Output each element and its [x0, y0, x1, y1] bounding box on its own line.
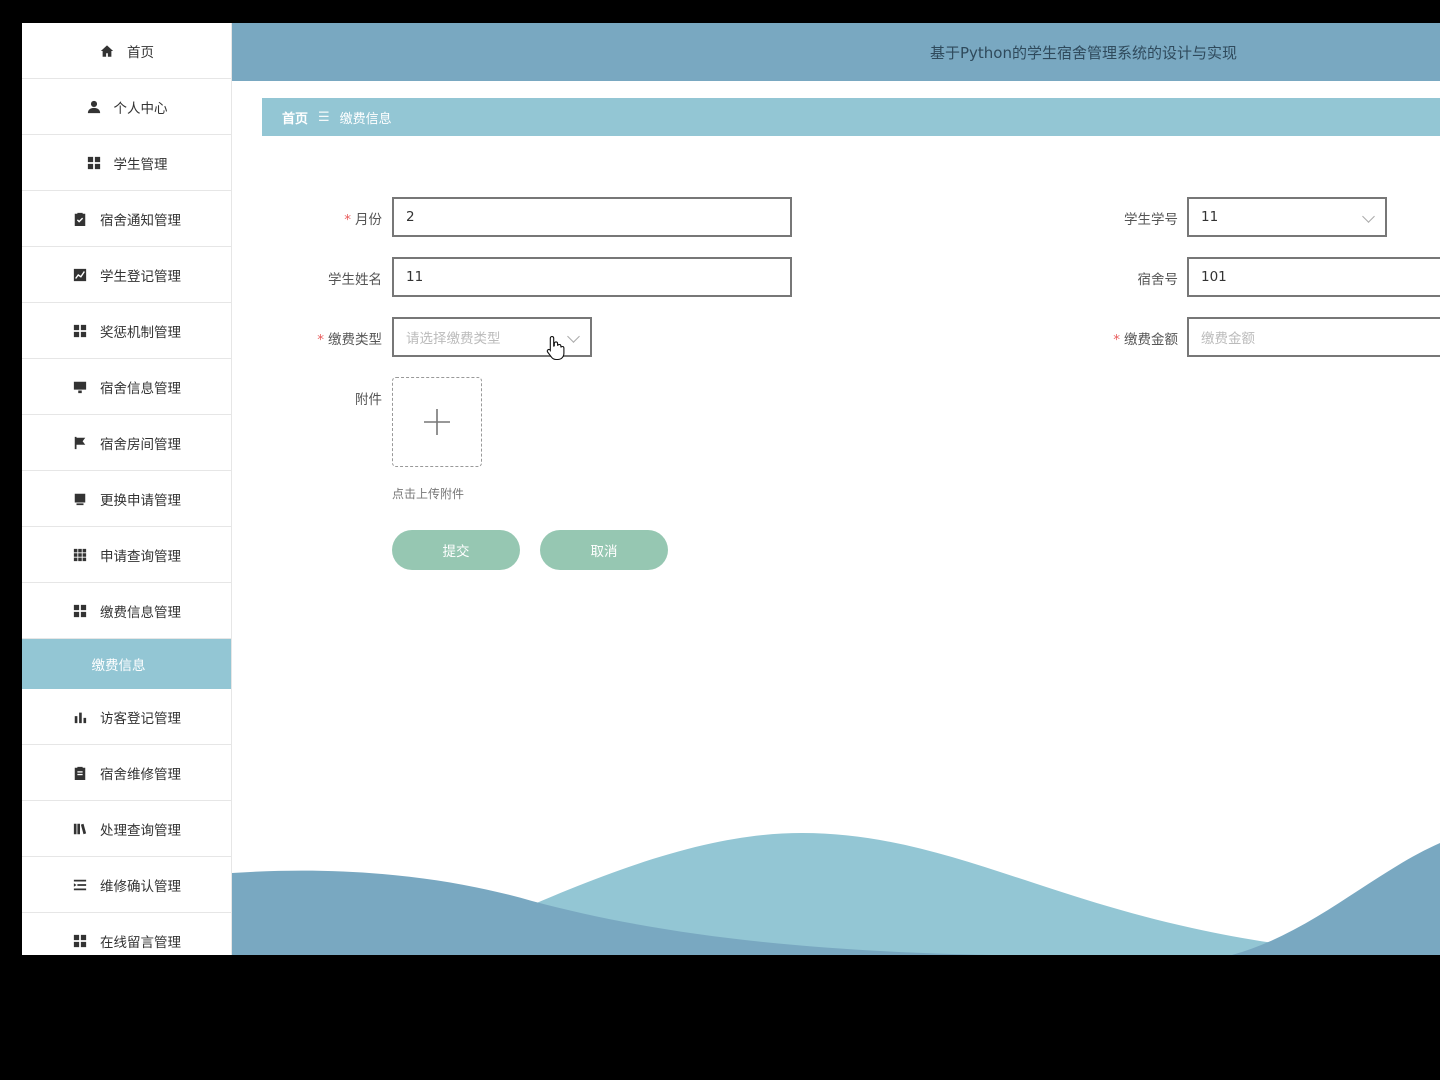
sidebar-item-dorm-room[interactable]: 宿舍房间管理	[22, 415, 231, 471]
cancel-button[interactable]: 取消	[540, 530, 668, 570]
sidebar-item-personal-center[interactable]: 个人中心	[22, 79, 231, 135]
sidebar: 首页 个人中心 学生管理 宿舍通知管理 学生登记管理 奖惩机制管理 宿舍信息管理	[22, 23, 232, 955]
breadcrumb-home[interactable]: 首页	[282, 108, 308, 127]
fee-type-label: * 缴费类型	[317, 332, 382, 348]
system-title: 基于Python的学生宿舍管理系统的设计与实现	[930, 44, 1237, 62]
grid-icon	[72, 323, 88, 339]
user-icon	[86, 99, 102, 115]
sidebar-item-label: 访客登记管理	[100, 710, 181, 727]
line-chart-icon	[72, 267, 88, 283]
student-name-input[interactable]: 11	[392, 257, 792, 297]
sidebar-item-visitor-register[interactable]: 访客登记管理	[22, 689, 231, 745]
clipboard-check-icon	[72, 211, 88, 227]
sidebar-subitem-payment-info[interactable]: 缴费信息	[22, 639, 231, 689]
sidebar-item-label: 申请查询管理	[100, 548, 181, 565]
sidebar-subitem-label: 缴费信息	[91, 658, 146, 674]
fee-amount-label: * 缴费金额	[1113, 332, 1178, 348]
chevron-down-icon	[1362, 210, 1375, 223]
month-label: * 月份	[344, 212, 382, 228]
clipboard-icon	[72, 765, 88, 781]
submit-button[interactable]: 提交	[392, 530, 520, 570]
breadcrumb-separator-icon: ☰	[318, 109, 330, 125]
sidebar-item-process-query[interactable]: 处理查询管理	[22, 801, 231, 857]
sidebar-item-label: 在线留言管理	[100, 934, 181, 951]
home-icon	[99, 43, 115, 59]
sidebar-item-repair-confirm[interactable]: 维修确认管理	[22, 857, 231, 913]
sidebar-item-dorm-info[interactable]: 宿舍信息管理	[22, 359, 231, 415]
sidebar-item-dorm-notice[interactable]: 宿舍通知管理	[22, 191, 231, 247]
sidebar-item-dorm-repair[interactable]: 宿舍维修管理	[22, 745, 231, 801]
chevron-down-icon	[567, 330, 580, 343]
monitor-icon	[72, 379, 88, 395]
attachment-upload-button[interactable]	[392, 377, 482, 467]
sidebar-item-label: 宿舍维修管理	[100, 766, 181, 783]
dorm-no-input[interactable]: 101	[1187, 257, 1440, 297]
fee-amount-input[interactable]: 缴费金额	[1187, 317, 1440, 357]
apps-icon	[72, 547, 88, 563]
sidebar-item-student-register[interactable]: 学生登记管理	[22, 247, 231, 303]
sidebar-item-label: 学生管理	[113, 156, 168, 173]
student-no-label: 学生学号	[1124, 212, 1178, 228]
plus-icon	[424, 409, 450, 435]
breadcrumb-current: 缴费信息	[339, 111, 392, 127]
sidebar-item-request-query[interactable]: 申请查询管理	[22, 527, 231, 583]
hand-cursor-icon	[546, 335, 565, 361]
book-icon	[72, 491, 88, 507]
flag-icon	[72, 435, 88, 451]
sidebar-item-label: 处理查询管理	[100, 822, 181, 839]
sidebar-item-label: 奖惩机制管理	[100, 324, 181, 341]
grid-icon	[72, 603, 88, 619]
app-window: 首页 个人中心 学生管理 宿舍通知管理 学生登记管理 奖惩机制管理 宿舍信息管理	[22, 23, 1440, 955]
sidebar-item-online-message[interactable]: 在线留言管理	[22, 913, 231, 955]
sidebar-item-label: 首页	[127, 44, 154, 61]
sidebar-item-label: 宿舍房间管理	[100, 436, 181, 453]
grid-icon	[72, 933, 88, 949]
sidebar-item-label: 学生登记管理	[100, 268, 181, 285]
library-icon	[72, 821, 88, 837]
student-name-label: 学生姓名	[328, 272, 382, 288]
month-input[interactable]: 2	[392, 197, 792, 237]
breadcrumb: 首页 ☰ 缴费信息	[262, 98, 1440, 136]
sidebar-item-label: 维修确认管理	[100, 878, 181, 895]
sidebar-item-label: 缴费信息管理	[100, 604, 181, 621]
sidebar-item-change-request[interactable]: 更换申请管理	[22, 471, 231, 527]
list-indent-icon	[72, 877, 88, 893]
sidebar-item-label: 更换申请管理	[100, 492, 181, 509]
sidebar-item-label: 宿舍通知管理	[100, 212, 181, 229]
sidebar-item-label: 个人中心	[113, 100, 168, 117]
attachment-label: 附件	[355, 392, 382, 408]
grid-icon	[86, 155, 102, 171]
sidebar-item-label: 宿舍信息管理	[100, 380, 181, 397]
student-no-select[interactable]: 11	[1187, 197, 1387, 237]
dorm-no-label: 宿舍号	[1137, 272, 1179, 288]
bar-chart-icon	[72, 709, 88, 725]
sidebar-item-payment-management[interactable]: 缴费信息管理	[22, 583, 231, 639]
sidebar-item-home[interactable]: 首页	[22, 23, 231, 79]
upload-tip: 点击上传附件	[392, 487, 465, 501]
sidebar-item-student-management[interactable]: 学生管理	[22, 135, 231, 191]
top-header: 基于Python的学生宿舍管理系统的设计与实现	[232, 23, 1440, 81]
decorative-waves	[232, 833, 1440, 955]
sidebar-item-reward-punish[interactable]: 奖惩机制管理	[22, 303, 231, 359]
